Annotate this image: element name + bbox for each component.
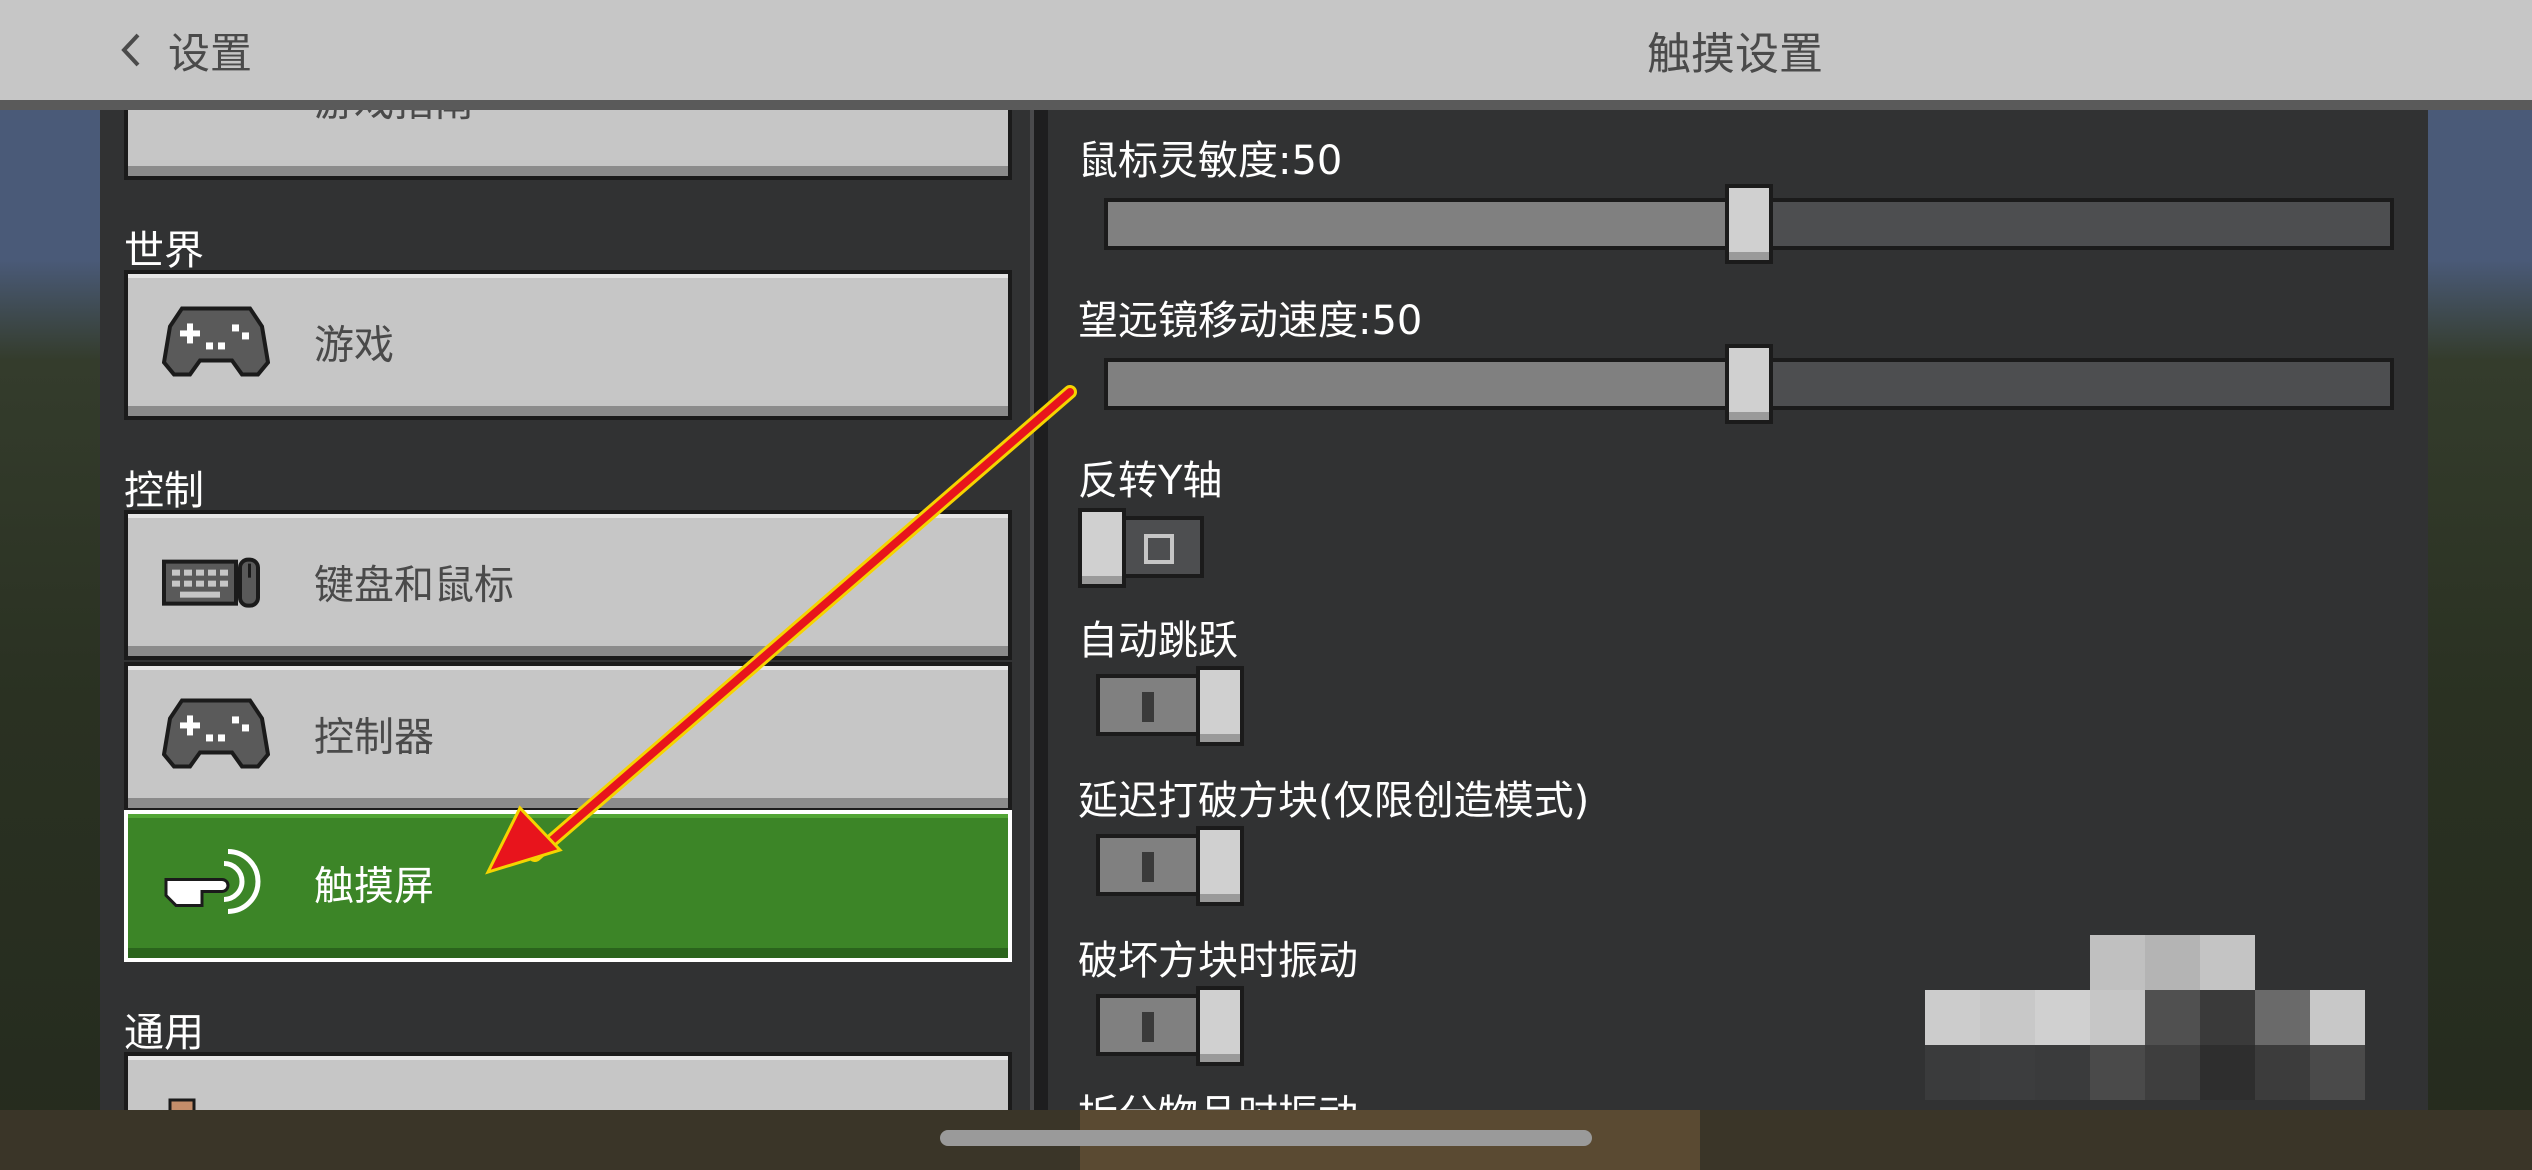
toggle-off-marker — [1144, 534, 1174, 564]
page-title: 触摸设置 — [1647, 29, 1823, 80]
toggle-on-marker — [1142, 1012, 1154, 1042]
auto-jump-toggle[interactable] — [1096, 666, 1244, 746]
sidebar-item-label: 键盘和鼠标 — [314, 562, 514, 609]
controller-icon — [162, 698, 270, 769]
slider-fill — [1108, 202, 1749, 246]
section-title-general: 通用 — [124, 1010, 204, 1056]
sidebar-item-controller[interactable]: 控制器 — [124, 662, 1012, 812]
profile-icon — [168, 1098, 196, 1110]
toggle-knob[interactable] — [1078, 508, 1126, 588]
mouse-sensitivity-label: 鼠标灵敏度:50 — [1078, 138, 1343, 184]
vibrate-break-label: 破坏方块时振动 — [1078, 938, 1358, 984]
toggle-knob[interactable] — [1196, 986, 1244, 1066]
spyglass-speed-label: 望远镜移动速度:50 — [1078, 298, 1423, 344]
chevron-left-icon — [121, 33, 140, 67]
sidebar-item-general-partial[interactable] — [124, 1052, 1012, 1110]
header-bar: 设置 触摸设置 — [0, 0, 2532, 110]
sidebar-item-label: 游戏指南 — [314, 110, 474, 128]
slider-thumb[interactable] — [1725, 344, 1773, 424]
toggle-knob[interactable] — [1196, 826, 1244, 906]
slider-thumb[interactable] — [1725, 184, 1773, 264]
vibrate-split-label: 拆分物品时振动 — [1078, 1082, 1358, 1110]
settings-sidebar[interactable]: 游戏指南 世界 游戏 控制 — [100, 110, 1030, 1110]
slider-fill — [1108, 362, 1749, 406]
auto-jump-label: 自动跳跃 — [1078, 618, 1238, 664]
toggle-on-marker — [1142, 852, 1154, 882]
invert-y-toggle[interactable] — [1078, 508, 1204, 588]
back-button[interactable]: 设置 — [120, 18, 252, 82]
invert-y-label: 反转Y轴 — [1078, 458, 1223, 504]
touch-hand-icon — [164, 848, 261, 914]
gamepad-icon — [162, 306, 270, 377]
sidebar-item-game[interactable]: 游戏 — [124, 270, 1012, 420]
pixelated-blur — [1925, 935, 2365, 1100]
vibrate-break-toggle[interactable] — [1096, 986, 1244, 1066]
sidebar-item-label: 触摸屏 — [314, 863, 434, 910]
delayed-break-label: 延迟打破方块(仅限创造模式) — [1078, 778, 1590, 824]
toggle-on-marker — [1142, 692, 1154, 722]
delayed-break-toggle[interactable] — [1096, 826, 1244, 906]
section-title-controls: 控制 — [124, 468, 204, 514]
section-title-world: 世界 — [124, 228, 204, 274]
book-icon — [162, 110, 242, 113]
sidebar-item-label: 控制器 — [314, 714, 434, 761]
sidebar-item-label: 游戏 — [314, 322, 394, 369]
back-button-label: 设置 — [168, 28, 253, 78]
mouse-sensitivity-slider[interactable] — [1104, 184, 2394, 264]
home-indicator[interactable] — [940, 1130, 1592, 1146]
sidebar-item-touchscreen[interactable]: 触摸屏 — [124, 810, 1012, 962]
toggle-knob[interactable] — [1196, 666, 1244, 746]
spyglass-speed-slider[interactable] — [1104, 344, 2394, 424]
sidebar-item-keyboard-mouse[interactable]: 键盘和鼠标 — [124, 510, 1012, 660]
keyboard-mouse-icon — [162, 557, 260, 608]
sidebar-item-how-to-play[interactable]: 游戏指南 — [124, 110, 1012, 180]
